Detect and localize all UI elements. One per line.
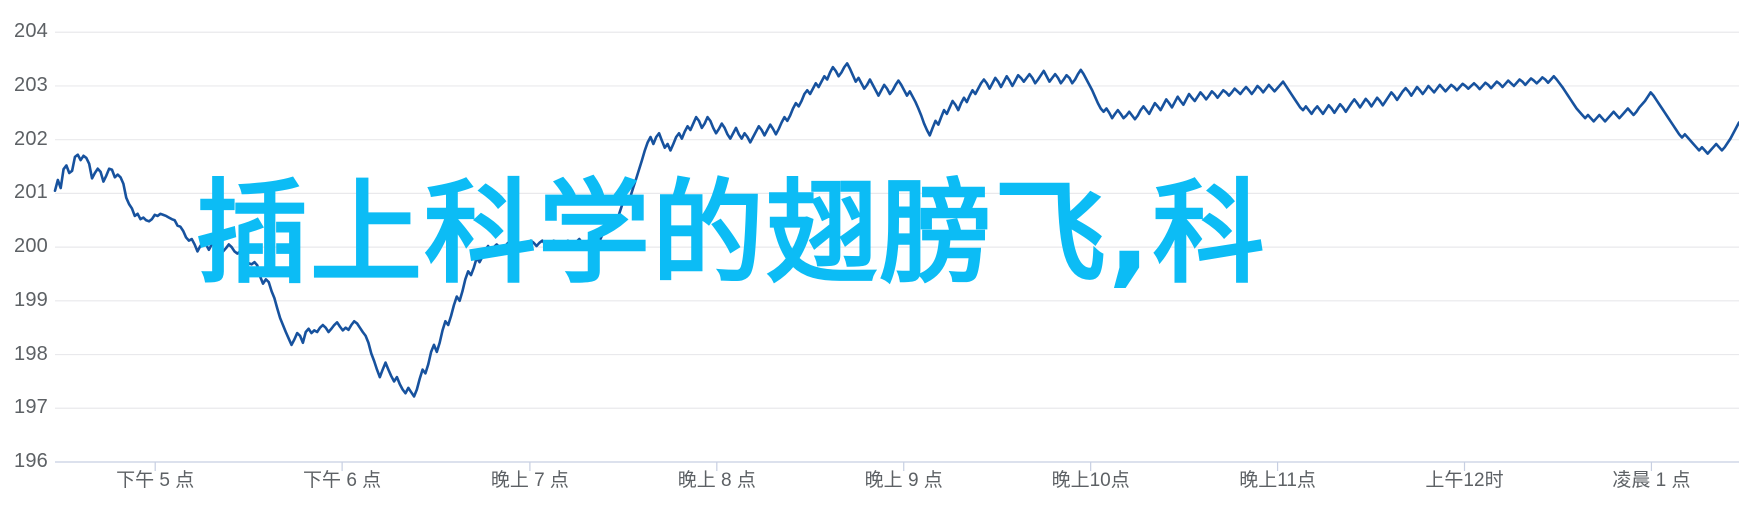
y-axis-tick-label: 197 <box>14 396 48 419</box>
x-axis-tick-label: 下午 5 点 <box>116 470 195 491</box>
x-axis: 下午 5 点 下午 6 点 晚上 7 点 晚上 8 点 晚上 9 点 晚上10点 晚上11点… <box>0 462 1739 508</box>
y-axis-tick-label: 199 <box>14 288 48 311</box>
y-axis: 204 203 202 201 200 199 198 197 196 <box>0 0 48 508</box>
y-axis-tick-label: 201 <box>14 181 48 204</box>
y-axis-tick-label: 198 <box>14 342 48 365</box>
gridlines <box>55 31 1739 463</box>
chart-plot-svg <box>53 31 1739 471</box>
x-axis-tick-label: 晚上 7 点 <box>490 470 569 491</box>
line-chart: 204 203 202 201 200 199 198 197 196 下午 5 点下午 6 点… <box>0 0 1739 508</box>
x-axis-tick-label: 下午 6 点 <box>303 470 382 491</box>
y-axis-tick-label: 200 <box>14 235 48 258</box>
y-axis-tick-label: 203 <box>14 73 48 96</box>
x-axis-tick-label: 晚上11点 <box>1239 470 1316 491</box>
stock-chart-screenshot: 204 203 202 201 200 199 198 197 196 下午 5 点下午 6 点… <box>0 0 1739 508</box>
y-axis-tick-label: 202 <box>14 127 48 150</box>
x-axis-tick-label: 凌晨 1 点 <box>1612 470 1691 491</box>
x-axis-tick-label: 上午12时 <box>1425 470 1504 491</box>
x-axis-tick-label: 晚上 9 点 <box>864 470 943 491</box>
x-axis-tick-label: 晚上 8 点 <box>677 470 756 491</box>
x-axis-tick-label: 晚上10点 <box>1051 470 1130 491</box>
y-axis-tick-label: 204 <box>14 20 48 43</box>
price-line <box>53 62 1739 398</box>
